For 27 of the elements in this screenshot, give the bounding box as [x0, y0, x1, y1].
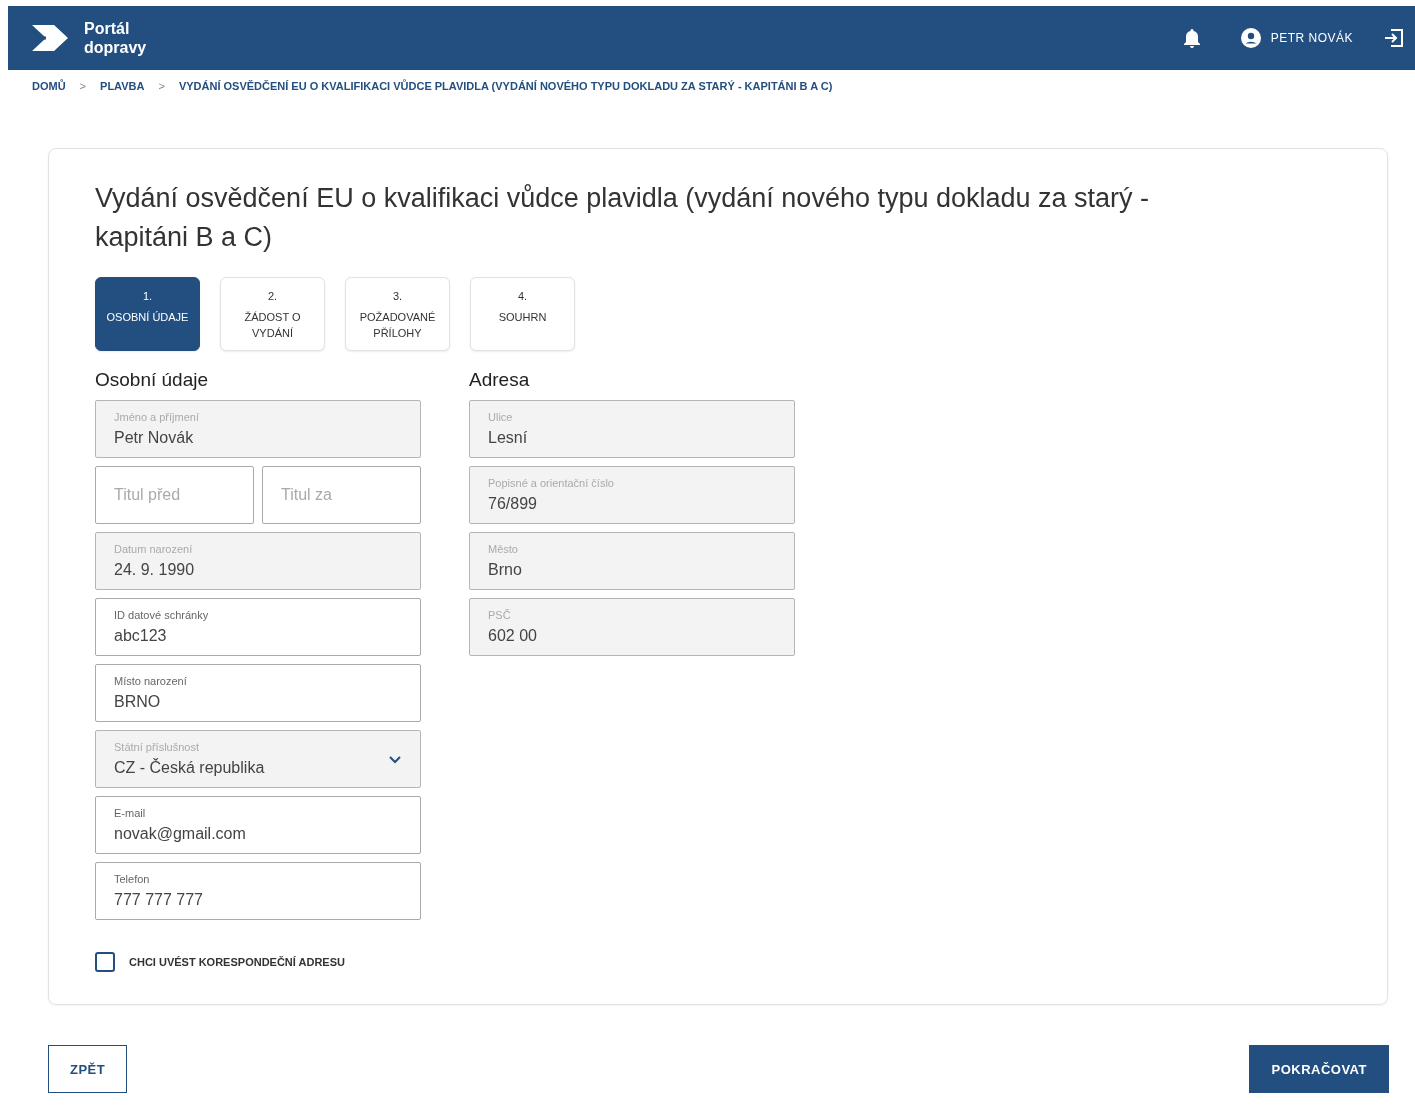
logo-icon	[30, 23, 70, 53]
input-field[interactable]: Telefon 777 777 777	[95, 862, 421, 920]
page-title: Vydání osvědčení EU o kvalifikaci vůdce plavidla (vydání nového typu dokladu za starý - kapitáni B a C)	[95, 182, 1151, 254]
step-tab[interactable]: 2. ŽÁDOST O VYDÁNÍ	[220, 277, 325, 351]
step-tab[interactable]: 3. POŽADOVANÉ PŘÍLOHY	[345, 277, 450, 351]
chevron-down-icon	[388, 754, 402, 764]
breadcrumb-separator: >	[79, 80, 87, 92]
user-avatar-icon	[1240, 28, 1261, 48]
step-tab[interactable]: 1. OSOBNÍ ÚDAJE	[95, 277, 200, 351]
checkbox[interactable]	[95, 952, 115, 972]
section-heading: Adresa	[469, 369, 531, 391]
logo-text: Portál dopravy	[84, 19, 147, 57]
input-field[interactable]: Místo narození BRNO	[95, 664, 421, 722]
user-name[interactable]: PETR NOVÁK	[1270, 31, 1353, 45]
logout-icon[interactable]	[1383, 27, 1405, 49]
breadcrumb-link[interactable]: VYDÁNÍ OSVĚDČENÍ EU O KVALIFIKACI VŮDCE PLAVIDLA (VYDÁNÍ NOVÉHO TYPU DOKLADU ZA STARÝ - KAPITÁNI B A C)	[178, 80, 833, 92]
breadcrumb-separator: >	[158, 80, 165, 92]
checkbox-label[interactable]: CHCI UVÉST KORESPONDEČNÍ ADRESU	[129, 956, 345, 968]
step-tab[interactable]: 4. SOUHRN	[470, 277, 575, 351]
breadcrumb-link[interactable]: DOMŮ	[32, 80, 66, 92]
section-heading: Osobní údaje	[95, 369, 210, 391]
back-button[interactable]: ZPĚT	[48, 1045, 128, 1093]
bell-icon[interactable]	[1182, 28, 1201, 48]
continue-button[interactable]: POKRAČOVAT	[1249, 1045, 1389, 1093]
input-field[interactable]: ID datové schránky abc123	[95, 598, 421, 656]
breadcrumb-link[interactable]: PLAVBA	[100, 80, 145, 92]
input-field[interactable]: E-mail novak@gmail.com	[95, 796, 421, 854]
